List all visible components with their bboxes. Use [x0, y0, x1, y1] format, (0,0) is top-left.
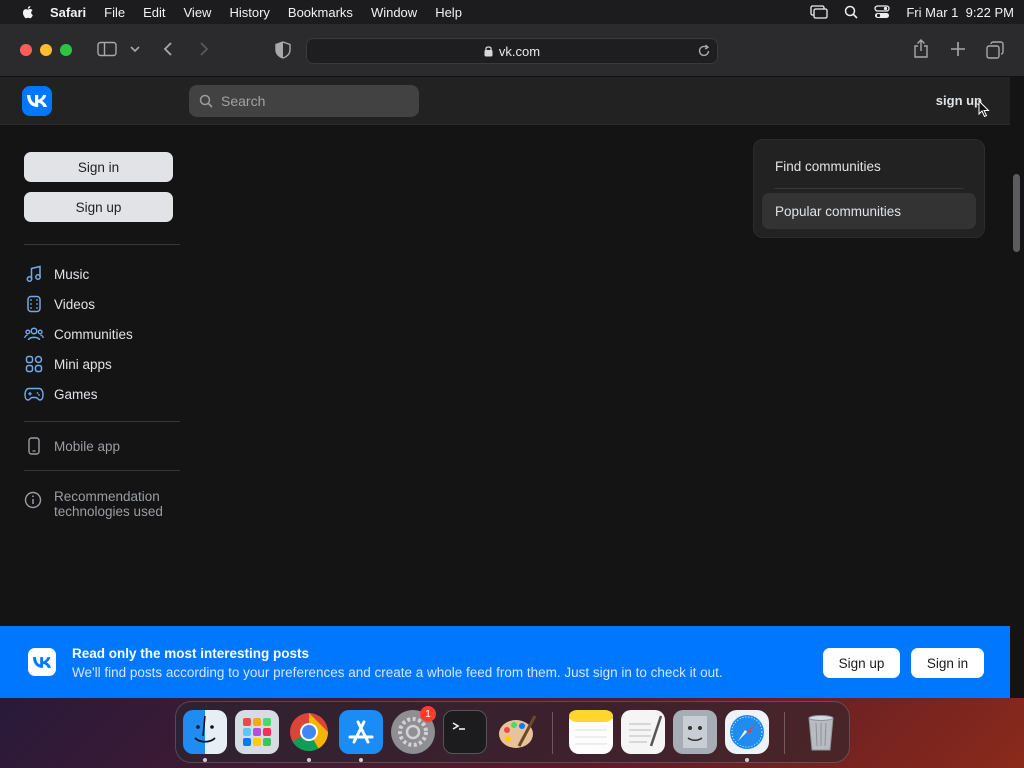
dock-textedit-icon[interactable]: [621, 710, 665, 754]
recommendation-technologies-link[interactable]: Recommendation technologies used: [24, 489, 184, 519]
banner-signin-button[interactable]: Sign in: [911, 648, 984, 678]
vk-page: sign up Sign in Sign up Music: [0, 77, 1010, 698]
dock-launchpad-icon[interactable]: [235, 710, 279, 754]
card-divider: [774, 188, 964, 189]
sidebar-item-mobile-app[interactable]: Mobile app: [24, 435, 120, 457]
banner-signup-button[interactable]: Sign up: [823, 648, 900, 678]
menu-bookmarks[interactable]: Bookmarks: [288, 5, 353, 20]
dock-finder-icon[interactable]: [183, 710, 227, 754]
banner-subtitle: We'll find posts according to your prefe…: [72, 665, 723, 680]
menu-window[interactable]: Window: [371, 5, 417, 20]
sidebar-item-videos[interactable]: Videos: [24, 293, 95, 315]
zoom-window-button[interactable]: [60, 44, 72, 56]
search-box[interactable]: [189, 85, 419, 117]
recommendation-text: Recommendation technologies used: [54, 489, 163, 519]
banner-title: Read only the most interesting posts: [72, 646, 310, 661]
forward-icon[interactable]: [198, 41, 210, 57]
dock-migration-assistant-icon[interactable]: [673, 710, 717, 754]
vk-logo-icon: [27, 95, 47, 107]
screen-mirroring-icon[interactable]: [810, 5, 829, 19]
smartphone-icon: [24, 436, 44, 456]
window-controls: [20, 44, 72, 56]
communities-menu-card: Find communities Popular communities: [753, 139, 985, 238]
dock-separator: [784, 712, 785, 754]
menu-view[interactable]: View: [184, 5, 212, 20]
close-window-button[interactable]: [20, 44, 32, 56]
vk-logo[interactable]: [22, 86, 52, 116]
spotlight-search-icon[interactable]: [844, 5, 858, 19]
privacy-shield-icon[interactable]: [275, 41, 291, 59]
sidebar-divider: [24, 244, 180, 245]
info-icon: [24, 491, 44, 519]
vk-logo-icon: [33, 656, 51, 668]
address-bar[interactable]: vk.com: [306, 38, 718, 64]
safari-window: vk.com Search sign up Sign in Sign up Mu…: [0, 24, 1024, 698]
browser-toolbar: vk.com: [0, 24, 1024, 77]
minimize-window-button[interactable]: [40, 44, 52, 56]
control-center-icon[interactable]: [874, 5, 891, 19]
vk-logo: [28, 648, 56, 676]
sidebar-item-label: Communities: [54, 326, 133, 342]
dock-running-indicator: [745, 758, 749, 762]
dock-running-indicator: [359, 758, 363, 762]
music-icon: [24, 264, 44, 284]
back-icon[interactable]: [162, 41, 174, 57]
menu-app-name[interactable]: Safari: [50, 5, 86, 20]
sidebar-item-label: Games: [54, 386, 98, 402]
dock-running-indicator: [307, 758, 311, 762]
sidebar-item-label: Videos: [54, 296, 96, 312]
sidebar-toggle-icon[interactable]: [97, 41, 117, 57]
url-text: vk.com: [498, 43, 541, 59]
settings-badge: 1: [420, 706, 436, 722]
dock-separator: [552, 712, 553, 754]
dock-trash-icon[interactable]: [799, 710, 843, 754]
dock-chrome-icon[interactable]: [287, 710, 331, 754]
page-scrollbar[interactable]: [1010, 77, 1024, 698]
dock-notes-icon[interactable]: [569, 710, 613, 754]
sidebar-signup-button[interactable]: Sign up: [24, 192, 173, 222]
find-communities-link[interactable]: Find communities: [762, 148, 976, 184]
apple-icon[interactable]: [20, 4, 36, 20]
sidebar-item-communities[interactable]: Communities: [24, 323, 133, 345]
sidebar-signin-button[interactable]: Sign in: [24, 152, 173, 182]
sidebar-divider: [24, 421, 180, 422]
reload-icon[interactable]: [697, 44, 711, 58]
tab-overview-icon[interactable]: [986, 41, 1004, 59]
menu-history[interactable]: History: [229, 5, 269, 20]
scrollbar-thumb[interactable]: [1013, 174, 1020, 252]
dock-running-indicator: [203, 758, 207, 762]
sidebar-item-games[interactable]: Games: [24, 383, 98, 405]
dock-terminal-icon[interactable]: [443, 710, 487, 754]
vk-header: sign up: [0, 77, 1010, 125]
chevron-down-icon[interactable]: [130, 45, 140, 53]
menu-help[interactable]: Help: [435, 5, 462, 20]
gamepad-icon: [24, 384, 44, 404]
menu-file[interactable]: File: [104, 5, 125, 20]
dock-paintbrush-icon[interactable]: [495, 710, 539, 754]
sidebar-item-mini-apps[interactable]: Mini apps: [24, 353, 112, 375]
menu-edit[interactable]: Edit: [143, 5, 165, 20]
menu-clock[interactable]: Fri Mar 1 9:22 PM: [906, 5, 1014, 20]
popular-communities-link[interactable]: Popular communities: [762, 193, 976, 229]
dock-app-store-icon[interactable]: [339, 710, 383, 754]
sidebar-divider: [24, 470, 180, 471]
sidebar-item-label: Music: [54, 266, 90, 282]
dock: 1: [175, 701, 850, 763]
mini-apps-icon: [24, 354, 44, 374]
search-input[interactable]: [221, 93, 401, 109]
menu-bar: Safari File Edit View History Bookmarks …: [0, 0, 1024, 24]
mouse-cursor-icon: [978, 100, 990, 118]
dock-safari-icon[interactable]: [725, 710, 769, 754]
signup-promo-banner: Read only the most interesting posts We'…: [0, 626, 1010, 698]
sidebar-item-music[interactable]: Music: [24, 263, 89, 285]
new-tab-icon[interactable]: [950, 41, 966, 57]
share-icon[interactable]: [913, 39, 929, 59]
sidebar-item-label: Mobile app: [54, 438, 121, 454]
header-signup-link[interactable]: sign up: [936, 93, 982, 108]
search-icon: [199, 94, 213, 108]
lock-icon: [484, 46, 493, 57]
communities-icon: [24, 324, 44, 344]
sidebar-item-label: Mini apps: [54, 356, 112, 372]
video-icon: [24, 294, 44, 314]
